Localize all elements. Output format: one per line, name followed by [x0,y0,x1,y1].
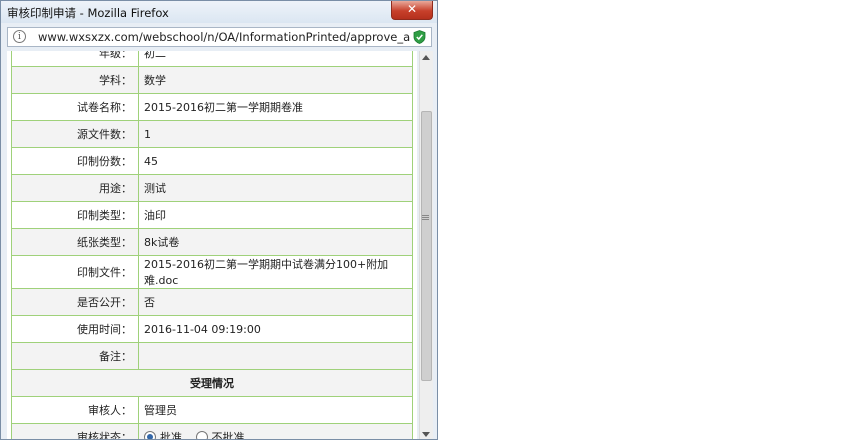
table-row: 印制份数： 45 [11,147,413,175]
table-row: 是否公开：否 [11,288,413,316]
table-row: 年级： 初二 [11,51,413,67]
row-value [138,342,413,370]
row-label: 印制文件： [11,255,139,289]
row-label: 年级： [11,51,139,67]
url-text[interactable]: www.wxsxzx.com/webschool/n/OA/Informatio… [38,30,410,44]
approve-radio[interactable] [144,431,156,439]
table-row: 试卷名称： 2015-2016初二第一学期期卷准 [11,93,413,121]
row-label: 印制类型： [11,201,139,229]
scrollbar-thumb[interactable] [421,111,432,381]
row-label: 用途： [11,174,139,202]
row-value: 否 [138,288,413,316]
approve-label[interactable]: 批准 [160,431,182,439]
row-value: 8k试卷 [138,228,413,256]
scroll-down-arrow-icon[interactable] [422,432,430,437]
table-row: 备注： [11,342,413,370]
section-title: 受理情况 [11,369,413,397]
row-value: 油印 [138,201,413,229]
title-bar[interactable]: 审核印制申请 - Mozilla Firefox ✕ [1,1,437,23]
scroll-up-arrow-icon[interactable] [422,55,430,60]
row-label: 印制份数： [11,147,139,175]
status-radio-group: 批准 不批准 [138,423,413,439]
row-value: 2015-2016初二第一学期期卷准 [138,93,413,121]
row-label: 备注： [11,342,139,370]
row-value: 1 [138,120,413,148]
window-title: 审核印制申请 - Mozilla Firefox [7,6,169,20]
reviewer-value: 管理员 [138,396,413,424]
form-content: 年级： 初二 学科： 数学 试卷名称： 2015-2016初二第一学期期卷准 源文件数： 1 印… [7,51,417,439]
row-value: 初二 [138,51,413,67]
row-value: 数学 [138,66,413,94]
row-label: 源文件数： [11,120,139,148]
reject-label[interactable]: 不批准 [212,431,245,439]
application-details-table: 年级： 初二 学科： 数学 试卷名称： 2015-2016初二第一学期期卷准 源文件数： 1 印… [11,51,413,439]
approve-option[interactable]: 批准 [144,429,182,439]
row-label: 使用时间： [11,315,139,343]
table-row: 使用时间： 2016-11-04 09:19:00 [11,315,413,343]
table-row: 印制类型： 油印 [11,201,413,229]
vertical-scrollbar[interactable] [419,51,433,439]
table-row: 用途： 测试 [11,174,413,202]
status-label: 审核状态： [11,423,139,439]
scrollbar-grip-icon [422,215,429,216]
url-bar[interactable]: i www.wxsxzx.com/webschool/n/OA/Informat… [7,27,432,47]
table-row: 源文件数： 1 [11,120,413,148]
reject-option[interactable]: 不批准 [195,429,245,439]
row-value: 2015-2016初二第一学期期中试卷满分100+附加难.doc [138,255,413,289]
table-row: 纸张类型： 8k试卷 [11,228,413,256]
browser-popup-window: 审核印制申请 - Mozilla Firefox ✕ i www.wxsxzx.… [0,0,438,440]
row-label: 纸张类型： [11,228,139,256]
info-icon[interactable]: i [13,30,26,43]
close-button[interactable]: ✕ [391,1,433,20]
table-row: 印制文件： 2015-2016初二第一学期期中试卷满分100+附加难.doc [11,255,413,289]
table-row: 学科： 数学 [11,66,413,94]
row-label: 是否公开： [11,288,139,316]
row-label: 学科： [11,66,139,94]
shield-icon[interactable] [413,30,426,44]
reviewer-label: 审核人： [11,396,139,424]
row-value: 45 [138,147,413,175]
reject-radio[interactable] [195,431,208,439]
row-value: 测试 [138,174,413,202]
row-value: 2016-11-04 09:19:00 [138,315,413,343]
row-label: 试卷名称： [11,93,139,121]
